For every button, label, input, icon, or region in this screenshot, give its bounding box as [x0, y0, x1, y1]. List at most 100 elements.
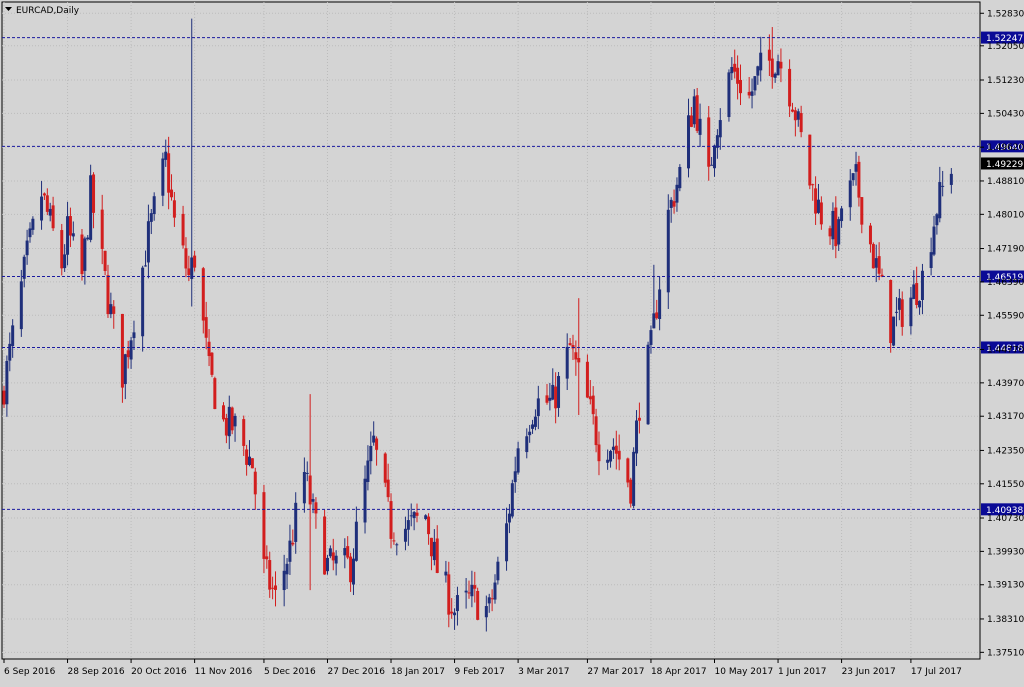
- price-tick-label: 1.45590: [987, 311, 1024, 321]
- candle-body: [770, 58, 774, 78]
- candle-body: [164, 151, 168, 160]
- candle-body: [172, 200, 176, 218]
- candle-body: [487, 597, 491, 604]
- candle-body: [187, 268, 191, 276]
- candle-body: [790, 109, 794, 112]
- candle-body: [233, 415, 237, 427]
- candle-body: [406, 520, 410, 530]
- price-tick-label: 1.52050: [987, 42, 1024, 52]
- candle-body: [814, 188, 818, 214]
- candle-body: [265, 556, 269, 560]
- time-tick-label: 27 Mar 2017: [587, 667, 644, 677]
- candle-body: [68, 216, 72, 236]
- candle-body: [932, 226, 936, 255]
- candle-body: [247, 456, 251, 466]
- candle-body: [412, 512, 416, 519]
- candle-body: [585, 361, 589, 398]
- candle-body: [834, 207, 838, 247]
- price-tick-label: 1.41550: [987, 480, 1024, 490]
- candle-body: [545, 395, 549, 403]
- candle-body: [230, 407, 234, 431]
- candle-body: [144, 265, 148, 267]
- candle-body: [666, 209, 670, 293]
- candle-body: [427, 516, 431, 535]
- candle-body: [424, 515, 428, 519]
- candle-body: [288, 540, 292, 562]
- candle-body: [632, 451, 636, 506]
- candle-body: [941, 185, 945, 187]
- candle-body: [698, 118, 702, 135]
- candle-body: [949, 173, 953, 185]
- price-axis[interactable]: 1.52830 1.52050 1.51230 1.50430 1.49620 1.488…: [980, 9, 1024, 658]
- candle: [250, 458, 254, 469]
- candle-body: [611, 446, 615, 450]
- candle-body: [19, 281, 23, 330]
- price-tick-label: 1.40730: [987, 514, 1024, 524]
- price-tick-label: 1.44770: [987, 345, 1024, 355]
- candle-body: [894, 311, 898, 313]
- candle-body: [533, 416, 537, 427]
- time-tick-label: 27 Dec 2016: [327, 667, 385, 677]
- candle-body: [354, 521, 358, 561]
- candle-body: [245, 449, 249, 465]
- candle-body: [343, 548, 347, 556]
- candle-body: [210, 352, 214, 375]
- candle-body: [432, 541, 436, 561]
- candle-body: [796, 111, 800, 120]
- candle: [383, 452, 387, 488]
- candle: [510, 479, 514, 519]
- candle-body: [149, 213, 153, 222]
- plot-area[interactable]: [1, 1, 981, 660]
- time-axis[interactable]: 6 Sep 2016 28 Sep 2016 20 Oct 2016 11 Nov 2…: [3, 659, 962, 677]
- candle-body: [733, 63, 737, 72]
- candle-body: [565, 346, 569, 379]
- candle-body: [773, 73, 777, 78]
- candle-body: [455, 595, 459, 612]
- candle-body: [83, 238, 87, 271]
- candle-body: [383, 453, 387, 483]
- price-chart[interactable]: 1.52247 1.49640 1.46519 1.44818 1.40938 1.492…: [0, 0, 1024, 683]
- candle-body: [738, 79, 742, 94]
- candle-body: [60, 230, 64, 269]
- candle-body: [548, 397, 552, 401]
- symbol-label: EURCAD,Daily: [16, 6, 80, 16]
- candle-body: [120, 313, 124, 388]
- candle-body: [889, 279, 893, 344]
- price-tick-label: 1.43170: [987, 412, 1024, 422]
- time-tick-label: 9 Feb 2017: [455, 667, 505, 677]
- candle-body: [892, 316, 896, 346]
- candle-body: [103, 250, 107, 271]
- price-tick-label: 1.43970: [987, 379, 1024, 389]
- candle-body: [253, 471, 257, 495]
- candle-body: [591, 395, 595, 415]
- candle: [60, 223, 64, 276]
- candle-body: [646, 344, 650, 425]
- candle-body: [146, 221, 150, 263]
- candlestick-chart[interactable]: 1.522471.496401.465191.448181.409381.492…: [0, 0, 1024, 683]
- candle: [476, 587, 480, 621]
- candle-body: [938, 182, 942, 219]
- candle-body: [351, 558, 355, 585]
- time-tick-label: 11 Nov 2016: [195, 667, 253, 677]
- time-tick-label: 28 Sep 2016: [68, 667, 125, 677]
- candle-body: [811, 184, 815, 186]
- symbol-header[interactable]: EURCAD,Daily: [5, 6, 80, 16]
- candle-body: [207, 341, 211, 357]
- candle-body: [314, 502, 318, 514]
- candle-body: [31, 218, 35, 230]
- candle-body: [851, 173, 855, 181]
- candle-body: [323, 516, 327, 575]
- candle-body: [282, 570, 286, 591]
- candle-body: [8, 343, 12, 361]
- candle-body: [271, 587, 275, 589]
- candle-body: [349, 556, 353, 583]
- candle-body: [389, 501, 393, 539]
- candle-body: [678, 166, 682, 189]
- candle-body: [415, 512, 419, 516]
- candle-body: [840, 208, 844, 222]
- candle-body: [588, 396, 592, 400]
- candle-body: [403, 528, 407, 542]
- candle: [646, 341, 650, 425]
- candle: [808, 134, 812, 190]
- candle: [666, 194, 670, 309]
